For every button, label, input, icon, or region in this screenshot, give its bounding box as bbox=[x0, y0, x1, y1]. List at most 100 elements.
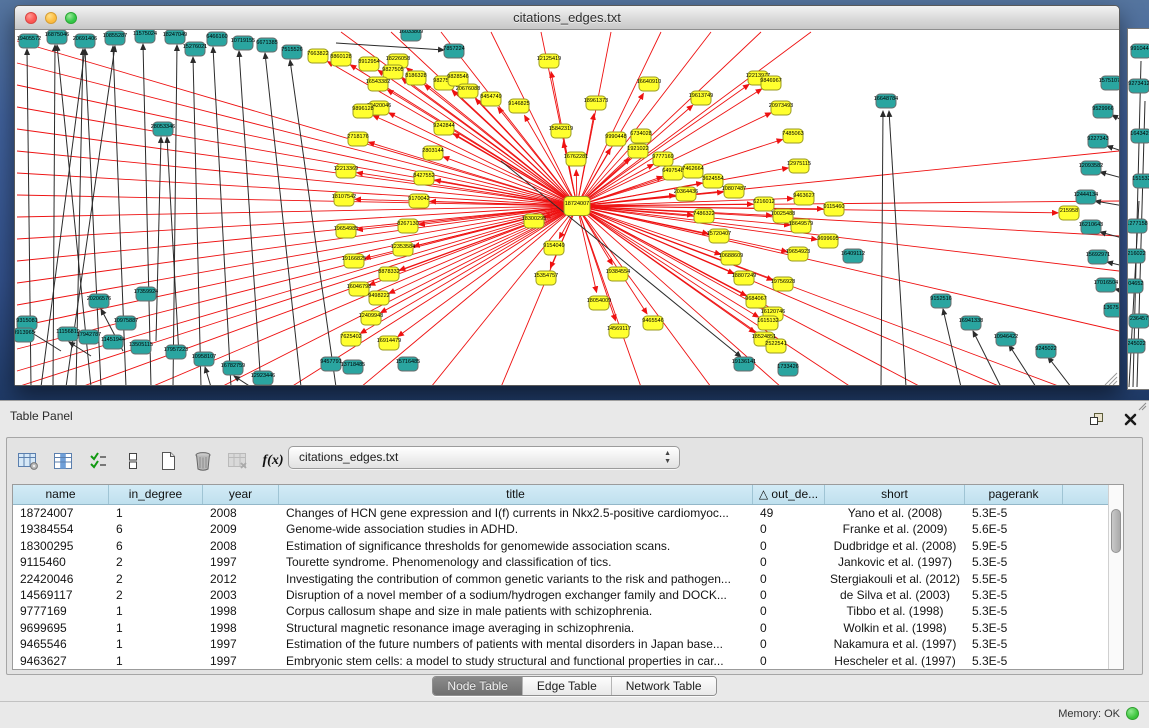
table-row[interactable]: 977716911998Corpus callosum shape and si… bbox=[13, 603, 1108, 619]
graph-node-label: 17359924 bbox=[134, 289, 158, 295]
column-header-title[interactable]: title bbox=[279, 485, 753, 504]
graph-node-label: 1104652 bbox=[1128, 281, 1144, 287]
graph-node-label: 9154049 bbox=[543, 243, 564, 249]
table-cell: 5.3E-5 bbox=[965, 620, 1063, 636]
column-header-indegree[interactable]: in_degree bbox=[109, 485, 203, 504]
graph-node-label: 6466160 bbox=[206, 34, 227, 40]
column-header-pagerank[interactable]: pagerank bbox=[965, 485, 1063, 504]
graph-node-label: 10855287 bbox=[103, 33, 127, 39]
graph-node-label: 9457791 bbox=[320, 359, 341, 365]
table-cell: 1998 bbox=[203, 603, 279, 619]
graph-node-label: 19756928 bbox=[771, 279, 795, 285]
float-panel-icon[interactable] bbox=[1085, 408, 1107, 430]
column-header-year[interactable]: year bbox=[203, 485, 279, 504]
table-row[interactable]: 1830029562008Estimation of significance … bbox=[13, 538, 1108, 554]
network-canvas[interactable]: 1940557216875046206914061085528711575024… bbox=[15, 30, 1119, 385]
table-columns-icon[interactable] bbox=[52, 450, 74, 472]
table-selector[interactable]: citations_edges.txt ▲▼ bbox=[288, 446, 680, 469]
delete-table-icon bbox=[227, 450, 249, 472]
table-cell: 1 bbox=[109, 505, 203, 521]
graph-node-label: 9465546 bbox=[642, 318, 663, 324]
graph-node-label: 16914479 bbox=[377, 338, 401, 344]
graph-node-label: 9828546 bbox=[447, 74, 468, 80]
graph-node-label: 7515526 bbox=[281, 47, 302, 53]
table-row[interactable]: 946554611997Estimation of the future num… bbox=[13, 636, 1108, 652]
graph-node-label: 10946422 bbox=[994, 334, 1018, 340]
table-cell: 5.3E-5 bbox=[965, 636, 1063, 652]
column-header-short[interactable]: short bbox=[825, 485, 965, 504]
graph-node-label: 9315081 bbox=[16, 318, 37, 324]
table-settings-icon[interactable] bbox=[17, 450, 39, 472]
graph-node-label: 1615132 bbox=[757, 318, 778, 324]
tab-edge-table[interactable]: Edge Table bbox=[523, 677, 612, 695]
memory-ok-icon[interactable] bbox=[1126, 707, 1139, 720]
table-row[interactable]: 1456911722003Disruption of a novel membe… bbox=[13, 587, 1108, 603]
table-row[interactable]: 1872400712008Changes of HCN gene express… bbox=[13, 505, 1108, 521]
graph-node-label: 16762281 bbox=[564, 154, 588, 160]
graph-node-label: 7663822 bbox=[307, 51, 328, 57]
graph-node-label: 14569117 bbox=[607, 326, 631, 332]
graph-node-label: 12444134 bbox=[1074, 192, 1098, 198]
graph-node-label: 18054009 bbox=[587, 298, 611, 304]
graph-node-label: 3624554 bbox=[702, 176, 723, 182]
graph-node-label: 9699695 bbox=[817, 236, 838, 242]
table-cell: 0 bbox=[753, 587, 825, 603]
graph-node-label: 18807249 bbox=[732, 273, 756, 279]
dropdown-stepper-icon: ▲▼ bbox=[664, 450, 671, 466]
table-row[interactable]: 2242004622012Investigating the contribut… bbox=[13, 571, 1108, 587]
table-cell: 6 bbox=[109, 538, 203, 554]
table-row[interactable]: 1938455462009Genome-wide association stu… bbox=[13, 521, 1108, 537]
scrollbar-thumb[interactable] bbox=[1111, 509, 1121, 553]
trash-icon[interactable] bbox=[192, 450, 214, 472]
row-cells-icon[interactable] bbox=[122, 450, 144, 472]
table-cell: Nakamura et al. (1997) bbox=[825, 636, 965, 652]
graph-node-label: 20691406 bbox=[73, 36, 97, 42]
graph-node-label: 20364436 bbox=[674, 189, 698, 195]
graph-node-label: 16409112 bbox=[841, 251, 865, 257]
column-header-name[interactable]: name bbox=[13, 485, 109, 504]
background-network-window[interactable]: 9910448927341216434211515322127715812160… bbox=[1127, 28, 1149, 390]
table-cell: 1997 bbox=[203, 636, 279, 652]
window-title-bar[interactable]: citations_edges.txt bbox=[15, 6, 1119, 30]
graph-node-label: 1277158 bbox=[1128, 221, 1148, 227]
table-vertical-scrollbar[interactable] bbox=[1108, 485, 1123, 669]
graph-node-label: 1367534 bbox=[1103, 305, 1119, 311]
table-cell: 9463627 bbox=[13, 653, 109, 669]
new-document-icon[interactable] bbox=[157, 450, 179, 472]
tab-network-table[interactable]: Network Table bbox=[612, 677, 716, 695]
function-builder-icon[interactable]: f(x) bbox=[262, 450, 284, 472]
graph-node-label: 19654985 bbox=[334, 226, 358, 232]
table-panel-title: Table Panel bbox=[10, 409, 73, 423]
table-toolbar: f(x) bbox=[17, 443, 284, 479]
select-rows-check-icon[interactable] bbox=[87, 450, 109, 472]
table-cell: Genome-wide association studies in ADHD. bbox=[279, 521, 753, 537]
table-cell: 2008 bbox=[203, 538, 279, 554]
graph-node-label: 18961373 bbox=[584, 98, 608, 104]
graph-node-label: 18724007 bbox=[565, 201, 589, 207]
panel-resize-icon[interactable] bbox=[1138, 402, 1147, 413]
table-cell: Hescheler et al. (1997) bbox=[825, 653, 965, 669]
table-cell: 1997 bbox=[203, 653, 279, 669]
table-cell: 5.3E-5 bbox=[965, 603, 1063, 619]
network-view-window[interactable]: citations_edges.txt 19405572168750462069… bbox=[14, 5, 1120, 386]
tab-node-table[interactable]: Node Table bbox=[433, 677, 523, 695]
graph-node-label: 16941338 bbox=[959, 318, 983, 324]
graph-node-label: 15842319 bbox=[549, 126, 573, 132]
table-cell: 0 bbox=[753, 636, 825, 652]
table-row[interactable]: 946362711997Embryonic stem cells: a mode… bbox=[13, 653, 1108, 669]
graph-node-label: 19136141 bbox=[732, 359, 756, 365]
graph-node-label: 18247049 bbox=[163, 32, 187, 38]
graph-node-label: 12125419 bbox=[537, 56, 561, 62]
graph-node-label: 9245022 bbox=[1128, 341, 1146, 347]
graph-node-label: 10975887 bbox=[114, 318, 138, 324]
graph-node-label: 9170042 bbox=[408, 196, 429, 202]
graph-node-label: 15751074 bbox=[1099, 78, 1119, 84]
table-cell: Corpus callosum shape and size in male p… bbox=[279, 603, 753, 619]
table-row[interactable]: 969969511998Structural magnetic resonanc… bbox=[13, 620, 1108, 636]
table-cell: 2012 bbox=[203, 571, 279, 587]
graph-node-label: 8427552 bbox=[413, 173, 434, 179]
graph-node-label: 19405572 bbox=[17, 36, 41, 42]
column-header-outde[interactable]: △ out_de... bbox=[753, 485, 825, 504]
graph-node-label: 6497548 bbox=[662, 168, 683, 174]
table-row[interactable]: 911546021997Tourette syndrome. Phenomeno… bbox=[13, 554, 1108, 570]
